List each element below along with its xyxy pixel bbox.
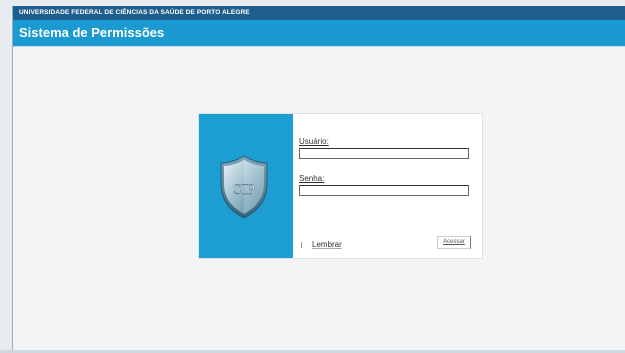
remember-checkbox[interactable] (301, 241, 306, 248)
remember-option[interactable]: Lembrar (301, 240, 342, 249)
username-label: Usuário: (299, 137, 329, 146)
username-field[interactable] (299, 148, 469, 159)
logo-text: SIP (233, 182, 255, 198)
header-divider (13, 46, 625, 47)
org-name-bar: UNIVERSIDADE FEDERAL DE CIÊNCIAS DA SAÚD… (13, 6, 625, 20)
login-card: SIP Usuário: Senha: Lembrar Acessar (199, 114, 482, 258)
password-label: Senha: (299, 174, 325, 183)
remember-label: Lembrar (312, 240, 342, 249)
access-button[interactable]: Acessar (437, 236, 471, 249)
password-field[interactable] (299, 185, 469, 196)
shield-icon: SIP (220, 155, 268, 219)
page-title: Sistema de Permissões (13, 20, 625, 46)
login-form: Usuário: Senha: Lembrar Acessar (293, 114, 482, 258)
logo-panel: SIP (199, 114, 293, 258)
